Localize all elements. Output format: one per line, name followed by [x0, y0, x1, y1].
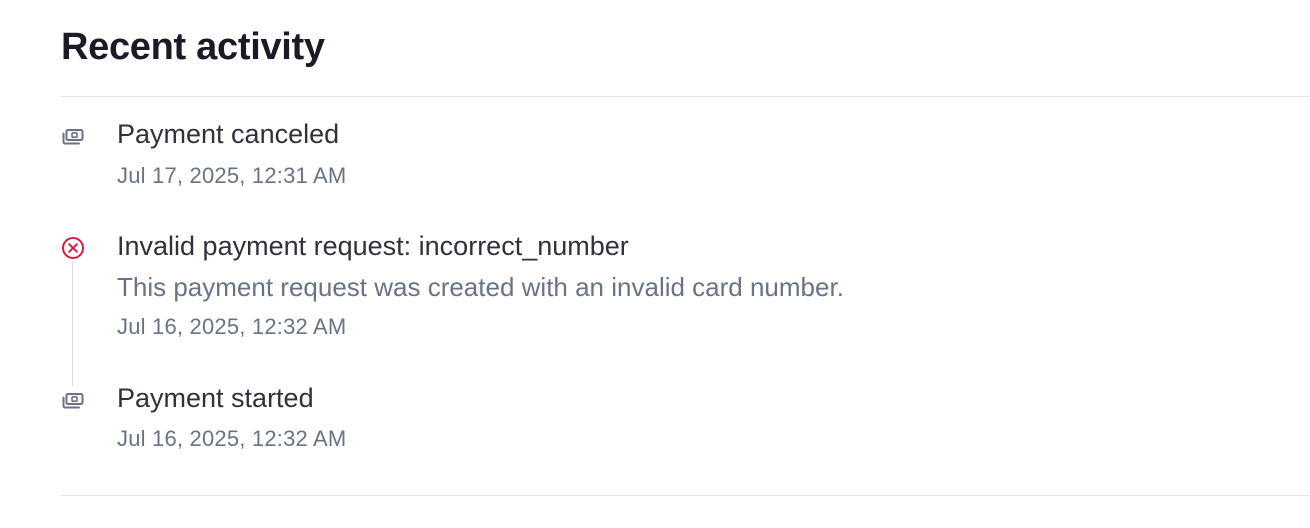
- payment-icon: [61, 124, 85, 148]
- timeline-connector: [72, 262, 73, 386]
- activity-title: Payment started: [117, 383, 314, 413]
- activity-timestamp: Jul 16, 2025, 12:32 AM: [117, 314, 347, 339]
- section-divider-top: [61, 96, 1310, 97]
- activity-timestamp: Jul 16, 2025, 12:32 AM: [117, 426, 347, 451]
- activity-title: Payment canceled: [117, 119, 340, 149]
- page-title: Recent activity: [61, 26, 325, 68]
- error-circle-icon: [61, 236, 85, 260]
- activity-timestamp: Jul 17, 2025, 12:31 AM: [117, 163, 347, 188]
- activity-title: Invalid payment request: incorrect_numbe…: [117, 231, 629, 261]
- section-divider-bottom: [61, 495, 1310, 496]
- payment-icon: [61, 388, 85, 412]
- activity-description: This payment request was created with an…: [117, 272, 844, 302]
